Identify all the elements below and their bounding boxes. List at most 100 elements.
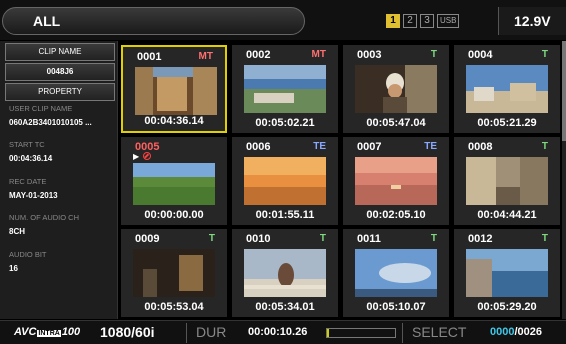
clip-timecode: 00:05:47.04 <box>366 117 426 129</box>
select-total: /0026 <box>514 326 543 338</box>
clip-number: 0011 <box>357 233 381 245</box>
clip-name-button[interactable]: CLIP NAME <box>5 43 115 61</box>
clip-number: 0001 <box>137 51 162 63</box>
clip-badge: T <box>430 233 437 244</box>
clip-timecode: 00:05:29.20 <box>477 301 537 313</box>
clip-thumbnail[interactable]: 0008 T 00:04:44.21 <box>454 137 560 225</box>
clip-thumbnail[interactable]: 0007 TE 00:02:05.10 <box>343 137 449 225</box>
clip-thumbnail[interactable]: 0010 T 00:05:34.01 <box>232 229 338 317</box>
clip-badge: TE <box>313 141 326 152</box>
clip-thumbnail[interactable]: 0005 ▶ 00:00:00.00 <box>121 137 227 225</box>
clip-name-value: 0048J6 <box>5 63 115 81</box>
duration-value: 00:00:10.26 <box>248 326 308 338</box>
clip-image <box>244 249 326 297</box>
audio-bit-label: AUDIO BIT <box>9 250 47 259</box>
clip-image <box>355 65 437 113</box>
clip-timecode: 00:05:34.01 <box>255 301 315 313</box>
scrollbar-thumb[interactable] <box>562 41 566 141</box>
duration-label: DUR <box>196 324 227 340</box>
clip-timecode: 00:05:21.29 <box>477 117 537 129</box>
grid-scrollbar[interactable] <box>562 41 566 319</box>
clip-badge: T <box>319 233 326 244</box>
clip-thumbnail[interactable]: 0003 T 00:05:47.04 <box>343 45 449 133</box>
clip-image <box>244 157 326 205</box>
clip-number: 0004 <box>468 49 493 61</box>
video-format: 1080/60i <box>100 324 155 340</box>
clip-image <box>466 157 548 205</box>
clip-image <box>355 157 437 205</box>
filter-button[interactable]: ALL <box>2 7 305 35</box>
clip-timecode: 00:04:36.14 <box>144 115 204 127</box>
clip-badge: T <box>541 141 548 152</box>
rec-date-label: REC DATE <box>9 177 47 186</box>
play-icon: ▶ <box>133 152 140 161</box>
start-tc-label: START TC <box>9 140 45 149</box>
clip-number: 0010 <box>246 233 271 245</box>
slot-1-indicator[interactable]: 1 <box>386 14 400 28</box>
rec-date-value: MAY-01-2013 <box>9 191 58 200</box>
clip-number: 0003 <box>357 49 382 61</box>
clip-number: 0008 <box>468 141 493 153</box>
clip-number: 0006 <box>246 141 271 153</box>
clip-number: 0007 <box>357 141 382 153</box>
clip-thumbnail[interactable]: 0011 T 00:05:10.07 <box>343 229 449 317</box>
select-count: 0000/0026 <box>490 326 542 338</box>
clip-badge: MT <box>311 49 326 60</box>
slot-3-indicator[interactable]: 3 <box>420 14 434 28</box>
clip-image <box>135 67 217 115</box>
card-slots: 1 2 3 USB <box>386 14 460 28</box>
battery-voltage: 12.9V <box>514 13 551 29</box>
codec-intra: INTRA <box>37 330 61 337</box>
clip-badge: MT <box>198 51 213 62</box>
clip-thumbnail[interactable]: 0009 T 00:05:53.04 <box>121 229 227 317</box>
codec-prefix: AVC <box>14 326 37 338</box>
clip-timecode: 00:05:10.07 <box>366 301 426 313</box>
audio-ch-label: NUM. OF AUDIO CH <box>9 213 80 222</box>
select-current: 0000 <box>490 326 515 338</box>
clip-thumbnail[interactable]: 0012 T 00:05:29.20 <box>454 229 560 317</box>
clip-timecode: 00:05:02.21 <box>255 117 315 129</box>
clip-image <box>244 65 326 113</box>
clip-image <box>466 65 548 113</box>
property-button[interactable]: PROPERTY <box>5 83 115 101</box>
clip-timecode: 00:04:44.21 <box>477 209 537 221</box>
usb-indicator[interactable]: USB <box>437 14 460 28</box>
clip-thumbnail[interactable]: 0006 TE 00:01:55.11 <box>232 137 338 225</box>
clip-number: 0012 <box>468 233 493 245</box>
codec-logo: AVC INTRA 100 <box>14 326 80 338</box>
codec-suffix: 100 <box>61 326 81 338</box>
progress-fill <box>327 329 330 337</box>
clip-thumbnail[interactable]: 0002 MT 00:05:02.21 <box>232 45 338 133</box>
clip-number: 0002 <box>246 49 271 61</box>
clip-thumbnail[interactable]: 0004 T 00:05:21.29 <box>454 45 560 133</box>
divider <box>186 323 187 343</box>
no-entry-icon <box>143 152 151 160</box>
status-bar: AVC INTRA 100 1080/60i DUR 00:00:10.26 SEL… <box>0 320 566 344</box>
audio-bit-value: 16 <box>9 264 18 273</box>
audio-ch-value: 8CH <box>9 227 26 236</box>
clip-badge: TE <box>424 141 437 152</box>
clip-badge: T <box>541 49 548 60</box>
clip-image <box>466 249 548 297</box>
clip-badge: T <box>541 233 548 244</box>
slot-2-indicator[interactable]: 2 <box>403 14 417 28</box>
clip-badge: T <box>430 49 437 60</box>
clip-image <box>355 249 437 297</box>
clip-timecode: 00:02:05.10 <box>366 209 426 221</box>
user-clip-name-value: 060A2B3401010105 ... <box>9 118 92 127</box>
top-bar: ALL 1 2 3 USB 12.9V <box>0 0 566 40</box>
clip-timecode: 00:01:55.11 <box>255 209 315 221</box>
clip-image <box>133 249 215 297</box>
clip-thumbnail[interactable]: 0001 MT 00:04:36.14 <box>121 45 227 133</box>
clip-image <box>133 163 215 205</box>
clip-timecode: 00:00:00.00 <box>144 209 204 221</box>
divider <box>402 323 403 343</box>
clip-number: 0009 <box>135 233 160 245</box>
clip-timecode: 00:05:53.04 <box>144 301 204 313</box>
clip-grid: 0001 MT 00:04:36.14 0002 MT 00:05:02.21 … <box>121 41 561 319</box>
start-tc-value: 00:04:36.14 <box>9 154 53 163</box>
user-clip-name-label: USER CLIP NAME <box>9 104 73 113</box>
duration-progress-bar <box>326 328 396 338</box>
select-label: SELECT <box>412 324 467 340</box>
filter-label: ALL <box>33 13 61 29</box>
